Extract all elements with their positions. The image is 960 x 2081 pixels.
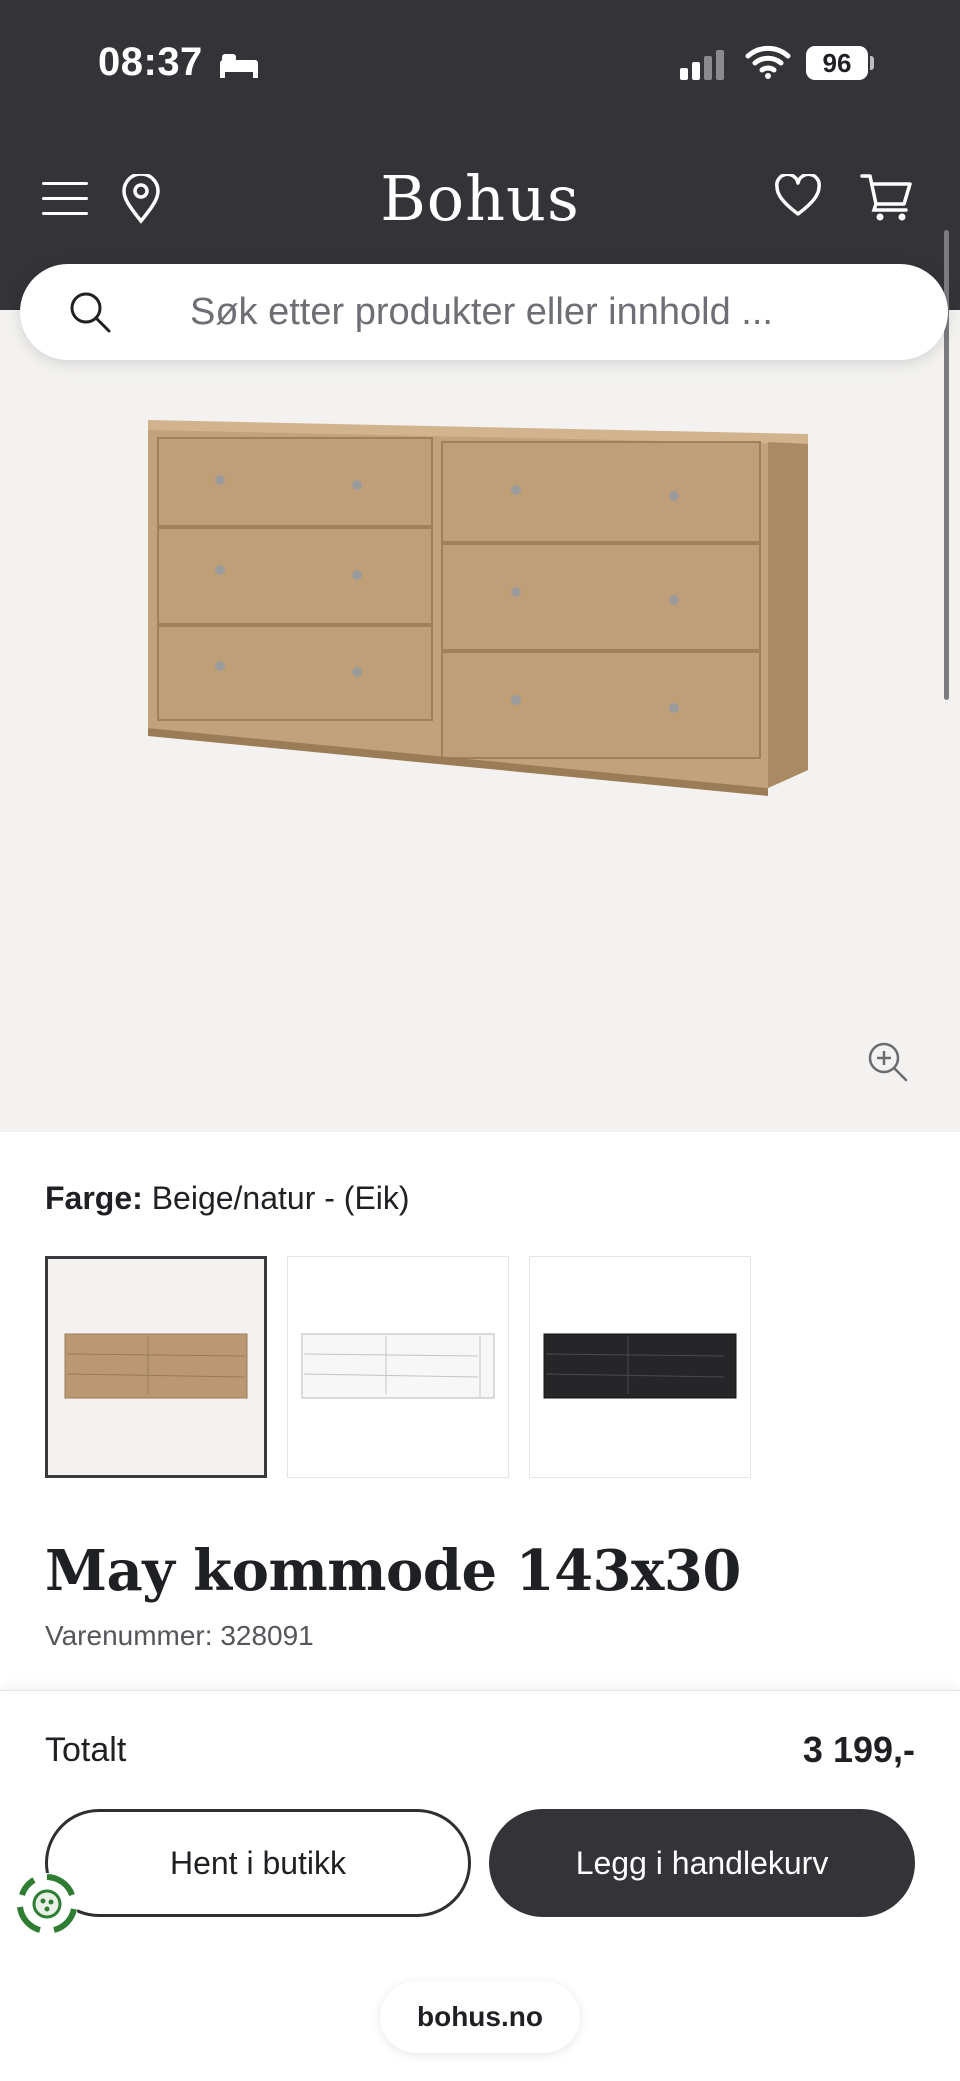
black-dresser-thumbnail bbox=[543, 1333, 737, 1399]
shopping-cart-icon[interactable] bbox=[860, 172, 914, 222]
product-image-dresser bbox=[148, 420, 808, 796]
color-swatches bbox=[45, 1256, 751, 1478]
eco-recycle-icon[interactable] bbox=[14, 1871, 80, 1937]
battery-indicator: 96 bbox=[806, 46, 868, 80]
search-bar[interactable] bbox=[20, 264, 948, 360]
total-label: Totalt bbox=[45, 1731, 127, 1769]
color-label: Farge: bbox=[45, 1180, 143, 1216]
wifi-icon bbox=[745, 45, 791, 79]
pickup-in-store-button[interactable]: Hent i butikk bbox=[45, 1809, 471, 1917]
product-sku: Varenummer: 328091 bbox=[45, 1620, 314, 1651]
checkout-sheet: Totalt 3 199,- Hent i butikk Legg i hand… bbox=[0, 1690, 960, 2081]
swatch-black[interactable] bbox=[529, 1256, 751, 1478]
product-title: May kommode 143x30 bbox=[45, 1538, 741, 1604]
status-time: 08:37 bbox=[98, 40, 203, 84]
color-value: Beige/natur - (Eik) bbox=[151, 1180, 410, 1216]
wishlist-heart-icon[interactable] bbox=[774, 174, 822, 218]
search-icon bbox=[70, 292, 111, 333]
zoom-in-icon[interactable] bbox=[866, 1040, 910, 1084]
color-selection: Farge: Beige/natur - (Eik) bbox=[45, 1180, 410, 1217]
cellular-signal-icon bbox=[680, 48, 724, 80]
white-dresser-thumbnail bbox=[301, 1333, 495, 1399]
total-price: 3 199,- bbox=[802, 1729, 915, 1770]
browser-url-pill[interactable]: bohus.no bbox=[380, 1981, 580, 2053]
add-to-cart-button[interactable]: Legg i handlekurv bbox=[489, 1809, 915, 1917]
battery-tip bbox=[870, 56, 874, 70]
oak-dresser-thumbnail bbox=[64, 1333, 248, 1399]
search-input[interactable] bbox=[20, 264, 948, 360]
swatch-oak[interactable] bbox=[45, 1256, 267, 1478]
swatch-white[interactable] bbox=[287, 1256, 509, 1478]
product-image-area[interactable] bbox=[0, 310, 960, 1132]
sleep-focus-icon bbox=[220, 54, 258, 78]
